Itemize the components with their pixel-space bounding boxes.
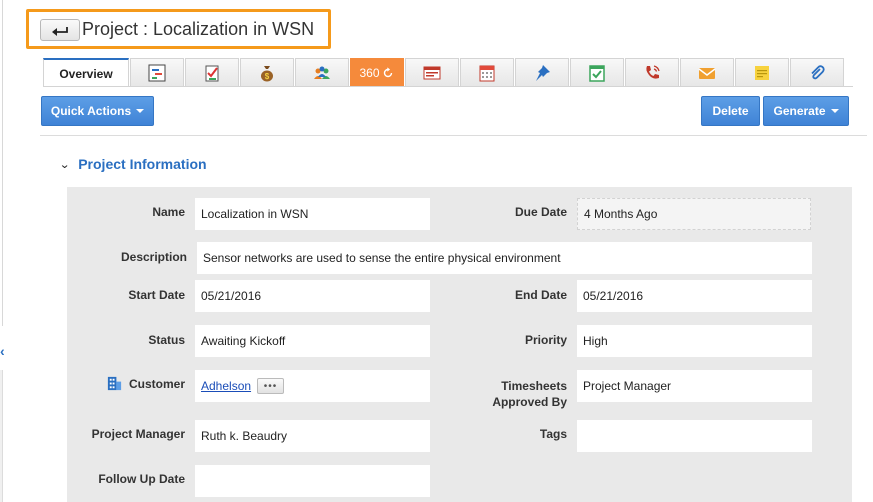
tab-calls[interactable] [625, 58, 679, 87]
timesheets-label-line1: Timesheets [501, 379, 567, 393]
customer-label: Customer [128, 376, 185, 391]
customer-field: Adhelson ••• [195, 370, 430, 402]
follow-up-date-field[interactable] [195, 465, 430, 497]
checklist-icon [589, 65, 605, 82]
tab-invoice[interactable] [405, 58, 459, 87]
customer-label-group: Customer [102, 375, 185, 392]
money-bag-icon: $ [261, 66, 273, 82]
status-field[interactable]: Awaiting Kickoff [195, 325, 430, 357]
tab-bar: Overview $ 360 [43, 58, 845, 87]
start-date-label: Start Date [128, 288, 185, 302]
chevron-down-icon [830, 109, 839, 113]
quick-actions-label: Quick Actions [50, 104, 132, 118]
tab-emails[interactable] [680, 58, 734, 87]
name-field[interactable]: Localization in WSN [195, 198, 430, 230]
timesheets-label-group: Timesheets Approved By [480, 378, 567, 410]
tags-label: Tags [539, 427, 567, 441]
generate-label: Generate [773, 104, 826, 118]
priority-label: Priority [524, 333, 567, 347]
description-label: Description [120, 250, 187, 264]
back-button[interactable] [40, 19, 80, 41]
tab-notes[interactable] [735, 58, 789, 87]
section-title: Project Information [78, 156, 207, 172]
delete-button[interactable]: Delete [701, 96, 760, 126]
phone-icon [646, 65, 660, 79]
note-icon [755, 66, 769, 80]
timesheets-label-line2: Approved By [492, 395, 567, 409]
calendar-icon [479, 65, 495, 82]
end-date-field[interactable]: 05/21/2016 [577, 280, 812, 312]
status-label: Status [148, 333, 185, 347]
tab-overview[interactable]: Overview [43, 58, 129, 87]
tab-tasks[interactable] [185, 58, 239, 87]
svg-text:$: $ [265, 72, 270, 81]
timesheets-approved-by-field[interactable]: Project Manager [577, 370, 812, 402]
tab-360[interactable]: 360 [350, 58, 404, 87]
tasks-icon [205, 65, 219, 82]
start-date-field[interactable]: 05/21/2016 [195, 280, 430, 312]
tab-budget[interactable]: $ [240, 58, 294, 87]
left-divider [2, 0, 3, 326]
due-date-field[interactable]: 4 Months Ago [577, 198, 811, 230]
email-icon [698, 68, 716, 79]
tab-pin[interactable] [515, 58, 569, 87]
tags-field[interactable] [577, 420, 812, 452]
gantt-icon [148, 64, 166, 82]
toolbar-divider [40, 135, 867, 136]
refresh-360-icon [383, 67, 392, 78]
back-arrow-icon [52, 27, 68, 36]
generate-button[interactable]: Generate [763, 96, 849, 126]
invoice-icon [423, 66, 441, 80]
more-options-button[interactable]: ••• [257, 378, 285, 394]
tab-360-label: 360 [359, 66, 380, 80]
follow-up-date-label: Follow Up Date [98, 472, 185, 486]
delete-label: Delete [712, 104, 749, 118]
title-bar: Project : Localization in WSN [26, 9, 331, 49]
tab-gantt[interactable] [130, 58, 184, 87]
section-header[interactable]: ⌄ Project Information [59, 156, 207, 172]
collapse-arrow-icon[interactable]: ‹ [0, 343, 5, 359]
tab-calendar[interactable] [460, 58, 514, 87]
left-sidebar-edge [0, 370, 3, 502]
attachment-icon [811, 65, 825, 80]
chevron-down-icon [136, 109, 145, 113]
customer-link[interactable]: Adhelson [201, 379, 251, 393]
tab-team[interactable] [295, 58, 349, 87]
name-label: Name [152, 205, 185, 219]
end-date-label: End Date [514, 288, 567, 302]
page-title: Project : Localization in WSN [82, 19, 315, 39]
project-manager-field[interactable]: Ruth k. Beaudry [195, 420, 430, 452]
due-date-label: Due Date [514, 205, 567, 219]
team-icon [314, 66, 330, 79]
project-manager-label: Project Manager [91, 427, 185, 441]
priority-field[interactable]: High [577, 325, 812, 357]
tab-attachments[interactable] [790, 58, 844, 87]
quick-actions-button[interactable]: Quick Actions [41, 96, 154, 126]
pin-icon [536, 65, 550, 81]
tab-underline [43, 86, 853, 87]
chevron-down-icon: ⌄ [59, 158, 71, 171]
description-field[interactable]: Sensor networks are used to sense the en… [197, 242, 812, 274]
building-icon [107, 376, 122, 391]
tab-checklist[interactable] [570, 58, 624, 87]
